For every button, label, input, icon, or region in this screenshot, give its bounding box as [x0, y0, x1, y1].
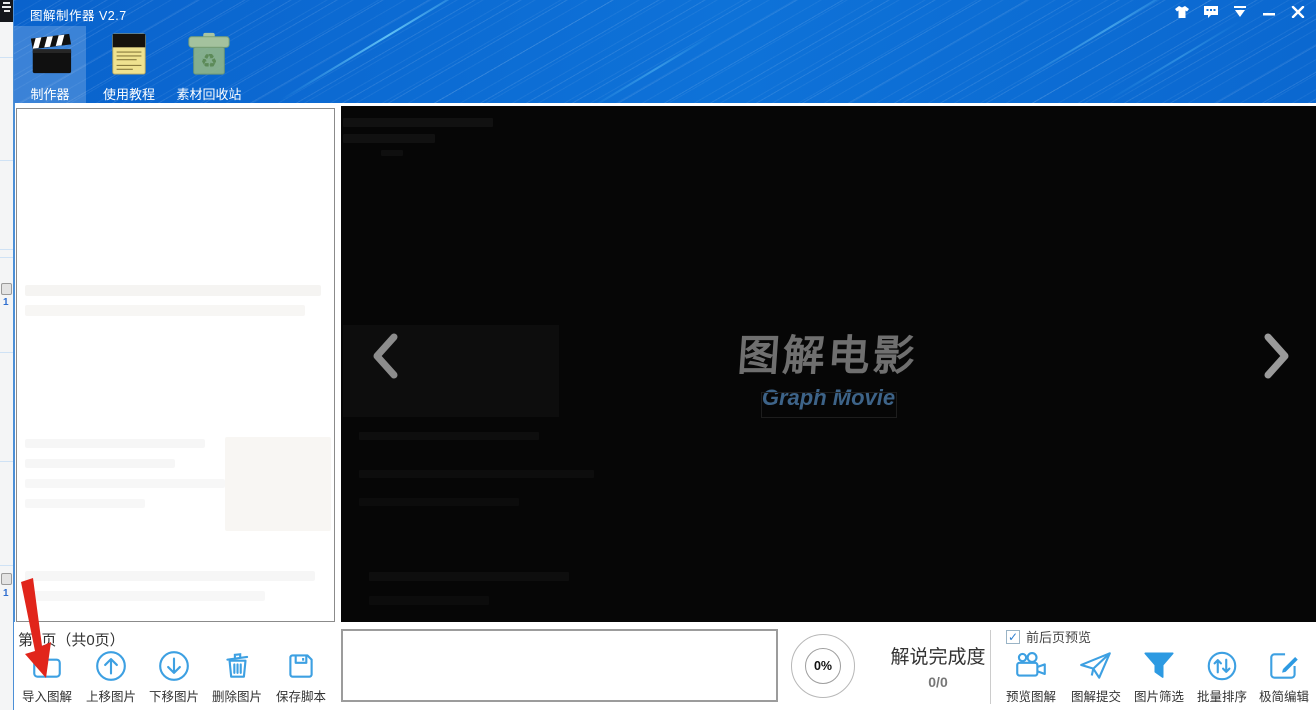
- delete-image-label: 删除图片: [212, 686, 262, 705]
- save-script-button[interactable]: 保存脚本: [269, 648, 333, 705]
- save-script-label: 保存脚本: [276, 686, 326, 705]
- move-up-label: 上移图片: [86, 686, 136, 705]
- simple-edit-label: 极简编辑: [1259, 686, 1309, 705]
- arrow-down-circle-icon: [157, 648, 191, 684]
- funnel-icon: [1141, 648, 1177, 684]
- clapperboard-icon: [27, 30, 73, 78]
- import-graph-button[interactable]: 导入图解: [15, 648, 79, 705]
- progress-percent: 0%: [814, 659, 832, 673]
- movie-camera-icon: [1013, 648, 1049, 684]
- simple-edit-button[interactable]: 极简编辑: [1252, 648, 1316, 705]
- tab-tutorial[interactable]: 使用教程: [91, 26, 167, 103]
- skin-icon[interactable]: [1172, 3, 1192, 21]
- menu-triangle-icon[interactable]: [1230, 3, 1250, 21]
- titlebar: 图解制作器 V2.7: [14, 0, 1316, 25]
- watermark-frame: [761, 392, 897, 418]
- app-title: 图解制作器 V2.7: [30, 5, 127, 24]
- desktop-badge: 1: [3, 589, 9, 599]
- move-up-button[interactable]: 上移图片: [79, 648, 143, 705]
- submit-graph-label: 图解提交: [1071, 686, 1121, 705]
- feedback-icon[interactable]: [1201, 3, 1221, 21]
- folder-icon: [30, 648, 64, 684]
- tab-maker[interactable]: 制作器: [14, 26, 86, 103]
- preview-toggle-label: 前后页预览: [1026, 627, 1091, 646]
- save-floppy-icon: [284, 648, 318, 684]
- batch-sort-label: 批量排序: [1197, 686, 1247, 705]
- move-down-button[interactable]: 下移图片: [142, 648, 206, 705]
- page-list-panel[interactable]: [16, 108, 335, 622]
- completion-title: 解说完成度: [866, 642, 1010, 669]
- submit-graph-button[interactable]: 图解提交: [1064, 648, 1128, 705]
- checkbox-checked-icon[interactable]: ✓: [1006, 630, 1020, 644]
- close-icon[interactable]: [1288, 3, 1308, 21]
- arrow-up-circle-icon: [94, 648, 128, 684]
- bottom-divider: [990, 630, 991, 704]
- desktop-badge: 1: [3, 298, 9, 308]
- tab-recycle-bin[interactable]: ♻ 素材回收站: [167, 26, 251, 103]
- app-header: 图解制作器 V2.7: [14, 0, 1316, 103]
- preview-canvas[interactable]: 图解电影 Graph Movie: [341, 106, 1316, 622]
- delete-image-button[interactable]: 删除图片: [205, 648, 269, 705]
- preview-graph-button[interactable]: 预览图解: [999, 648, 1063, 705]
- filter-images-button[interactable]: 图片筛选: [1127, 648, 1191, 705]
- next-chevron-icon[interactable]: [1262, 333, 1292, 379]
- import-graph-label: 导入图解: [22, 686, 72, 705]
- watermark-cn: 图解电影: [736, 322, 920, 383]
- tab-maker-label: 制作器: [30, 84, 69, 103]
- prev-chevron-icon[interactable]: [370, 333, 400, 379]
- move-down-label: 下移图片: [149, 686, 199, 705]
- page-indicator: 第0页（共0页）: [18, 629, 125, 650]
- edit-pencil-icon: [1266, 648, 1302, 684]
- recycle-bin-icon: ♻: [185, 30, 233, 78]
- window-left-border: [13, 0, 15, 710]
- sort-arrows-icon: [1204, 648, 1240, 684]
- filter-images-label: 图片筛选: [1134, 686, 1184, 705]
- progress-ring: 0%: [791, 634, 855, 698]
- tutorial-note-icon: [108, 30, 150, 78]
- trash-icon: [220, 648, 254, 684]
- tab-tutorial-label: 使用教程: [103, 84, 155, 103]
- desktop-edge-strip: 1 1: [0, 0, 14, 710]
- desktop-file-icon: [1, 283, 12, 295]
- batch-sort-button[interactable]: 批量排序: [1190, 648, 1254, 705]
- svg-text:♻: ♻: [200, 51, 217, 72]
- adjacent-page-preview-toggle[interactable]: ✓ 前后页预览: [1006, 627, 1091, 646]
- minimize-icon[interactable]: [1259, 3, 1279, 21]
- desktop-file-icon: [1, 573, 12, 585]
- bottom-bar: 第0页（共0页） 导入图解 上移图片 下移图片 删除图片 保存脚本 0%: [14, 622, 1316, 710]
- tab-recycle-bin-label: 素材回收站: [176, 84, 241, 103]
- progress-ring-inner: 0%: [805, 648, 841, 684]
- narration-input[interactable]: [341, 629, 778, 702]
- paper-plane-icon: [1078, 648, 1114, 684]
- preview-graph-label: 预览图解: [1006, 686, 1056, 705]
- completion-count: 0/0: [866, 674, 1010, 690]
- desktop-icon-fragment: [0, 0, 14, 22]
